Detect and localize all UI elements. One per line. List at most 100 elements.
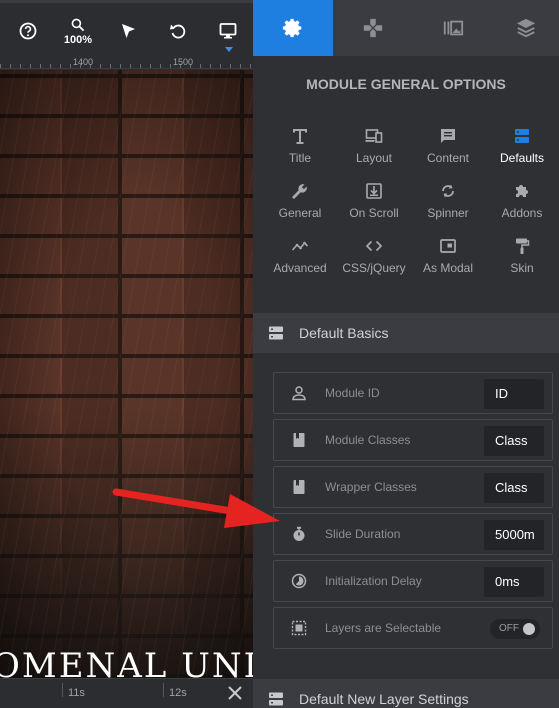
toggle-knob <box>523 623 535 635</box>
section-default-basics[interactable]: Default Basics <box>253 313 559 353</box>
row-module-id: Module ID ID <box>273 372 553 414</box>
title-icon <box>293 129 307 144</box>
section-default-new-layer-settings[interactable]: Default New Layer Settings <box>253 679 559 708</box>
desktop-icon <box>219 23 237 39</box>
ruler-label: 1400 <box>73 57 94 67</box>
spinner-icon <box>442 184 454 198</box>
ruler-label: 1500 <box>173 57 194 67</box>
panel-title: MODULE GENERAL OPTIONS <box>306 76 506 92</box>
module-id-input[interactable]: ID <box>484 379 544 409</box>
defaults-icon <box>515 129 529 143</box>
tab-layers[interactable] <box>493 0 559 56</box>
layers-icon <box>516 18 536 38</box>
timeline-tick <box>62 683 63 697</box>
timeline-tick <box>163 683 164 697</box>
layout-icon <box>365 129 383 143</box>
puzzle-icon <box>516 185 528 197</box>
bookmark-book-icon <box>293 433 305 447</box>
option-label: Content <box>426 151 470 165</box>
layers-selectable-toggle[interactable]: OFF <box>490 619 540 639</box>
tab-navigation[interactable] <box>333 0 413 56</box>
row-label: Initialization Delay <box>325 574 422 588</box>
wrench-icon <box>292 184 307 199</box>
option-label: Skin <box>510 261 534 275</box>
option-title[interactable]: Title <box>263 125 337 180</box>
row-label: Wrapper Classes <box>325 480 417 494</box>
option-label: Layout <box>355 151 393 165</box>
paint-roller-icon <box>516 238 530 254</box>
option-label: On Scroll <box>349 206 399 220</box>
slide-canvas[interactable]: OMENAL UNDER <box>0 70 253 678</box>
zoom-button[interactable]: 100% <box>58 11 98 51</box>
option-label: Spinner <box>427 206 469 220</box>
help-icon <box>19 22 37 40</box>
wrapper-classes-input[interactable]: Class <box>484 473 544 503</box>
row-label: Layers are Selectable <box>325 621 442 635</box>
media-icon <box>443 20 464 36</box>
select-arrow-icon <box>122 24 135 38</box>
gamepad-icon <box>363 18 383 38</box>
horizontal-ruler: 1400 1500 <box>0 56 253 69</box>
modal-icon <box>440 239 456 253</box>
select-area-icon <box>291 620 307 636</box>
bookmark-book-icon <box>293 480 305 494</box>
zoom-level: 100% <box>63 33 93 46</box>
select-tool-button[interactable] <box>108 11 148 51</box>
option-css-jquery[interactable]: CSS/jQuery <box>337 235 411 290</box>
undo-button[interactable] <box>158 11 198 51</box>
option-spinner[interactable]: Spinner <box>411 180 485 235</box>
defaults-icon <box>269 692 283 706</box>
settings-panel: MODULE GENERAL OPTIONS Title Layout Cont… <box>253 0 559 708</box>
row-label: Slide Duration <box>325 527 401 541</box>
timeline-bar[interactable]: 11s 12s <box>0 678 253 708</box>
option-label: Defaults <box>499 151 545 165</box>
option-defaults[interactable]: Defaults <box>485 125 559 180</box>
module-classes-input[interactable]: Class <box>484 426 544 456</box>
tab-slide-media[interactable] <box>413 0 493 56</box>
option-on-scroll[interactable]: On Scroll <box>337 180 411 235</box>
timeline-label: 11s <box>68 687 85 699</box>
timelapse-icon <box>291 573 307 589</box>
module-options-grid: Title Layout Content Defaults General On… <box>263 125 559 290</box>
option-skin[interactable]: Skin <box>485 235 559 290</box>
option-as-modal[interactable]: As Modal <box>411 235 485 290</box>
option-general[interactable]: General <box>263 180 337 235</box>
toggle-state-label: OFF <box>499 623 519 634</box>
help-button[interactable] <box>8 11 48 51</box>
row-wrapper-classes: Wrapper Classes Class <box>273 466 553 508</box>
stopwatch-icon <box>293 526 305 541</box>
device-desktop-button[interactable] <box>208 11 248 52</box>
section-title: Default New Layer Settings <box>299 691 469 707</box>
row-label: Module Classes <box>325 433 411 447</box>
editor-toolbar: 100% <box>0 0 253 56</box>
close-icon[interactable] <box>226 684 244 702</box>
option-content[interactable]: Content <box>411 125 485 180</box>
device-caret-icon <box>225 47 233 52</box>
row-label: Module ID <box>325 386 380 400</box>
option-label: Addons <box>501 206 543 220</box>
timeline-label: 12s <box>169 687 187 699</box>
code-icon <box>365 240 383 252</box>
option-label: Title <box>288 151 312 165</box>
option-layout[interactable]: Layout <box>337 125 411 180</box>
slide-hero-text[interactable]: OMENAL UNDER <box>0 646 253 678</box>
panel-tabs <box>253 0 559 56</box>
option-label: As Modal <box>422 261 474 275</box>
row-initialization-delay: Initialization Delay 0ms <box>273 560 553 602</box>
option-label: CSS/jQuery <box>342 261 406 275</box>
row-module-classes: Module Classes Class <box>273 419 553 461</box>
settings-icon <box>282 18 302 38</box>
option-label: Advanced <box>273 261 327 275</box>
option-label: General <box>278 206 322 220</box>
undo-icon <box>170 24 186 39</box>
defaults-icon <box>269 326 283 340</box>
option-addons[interactable]: Addons <box>485 180 559 235</box>
section-title: Default Basics <box>299 325 389 341</box>
initialization-delay-input[interactable]: 0ms <box>484 567 544 597</box>
slide-duration-input[interactable]: 5000m <box>484 520 544 550</box>
advanced-icon <box>291 241 309 251</box>
row-layers-selectable: Layers are Selectable OFF <box>273 607 553 649</box>
option-advanced[interactable]: Advanced <box>263 235 337 290</box>
user-icon <box>292 386 306 401</box>
tab-module-settings[interactable] <box>253 0 333 56</box>
